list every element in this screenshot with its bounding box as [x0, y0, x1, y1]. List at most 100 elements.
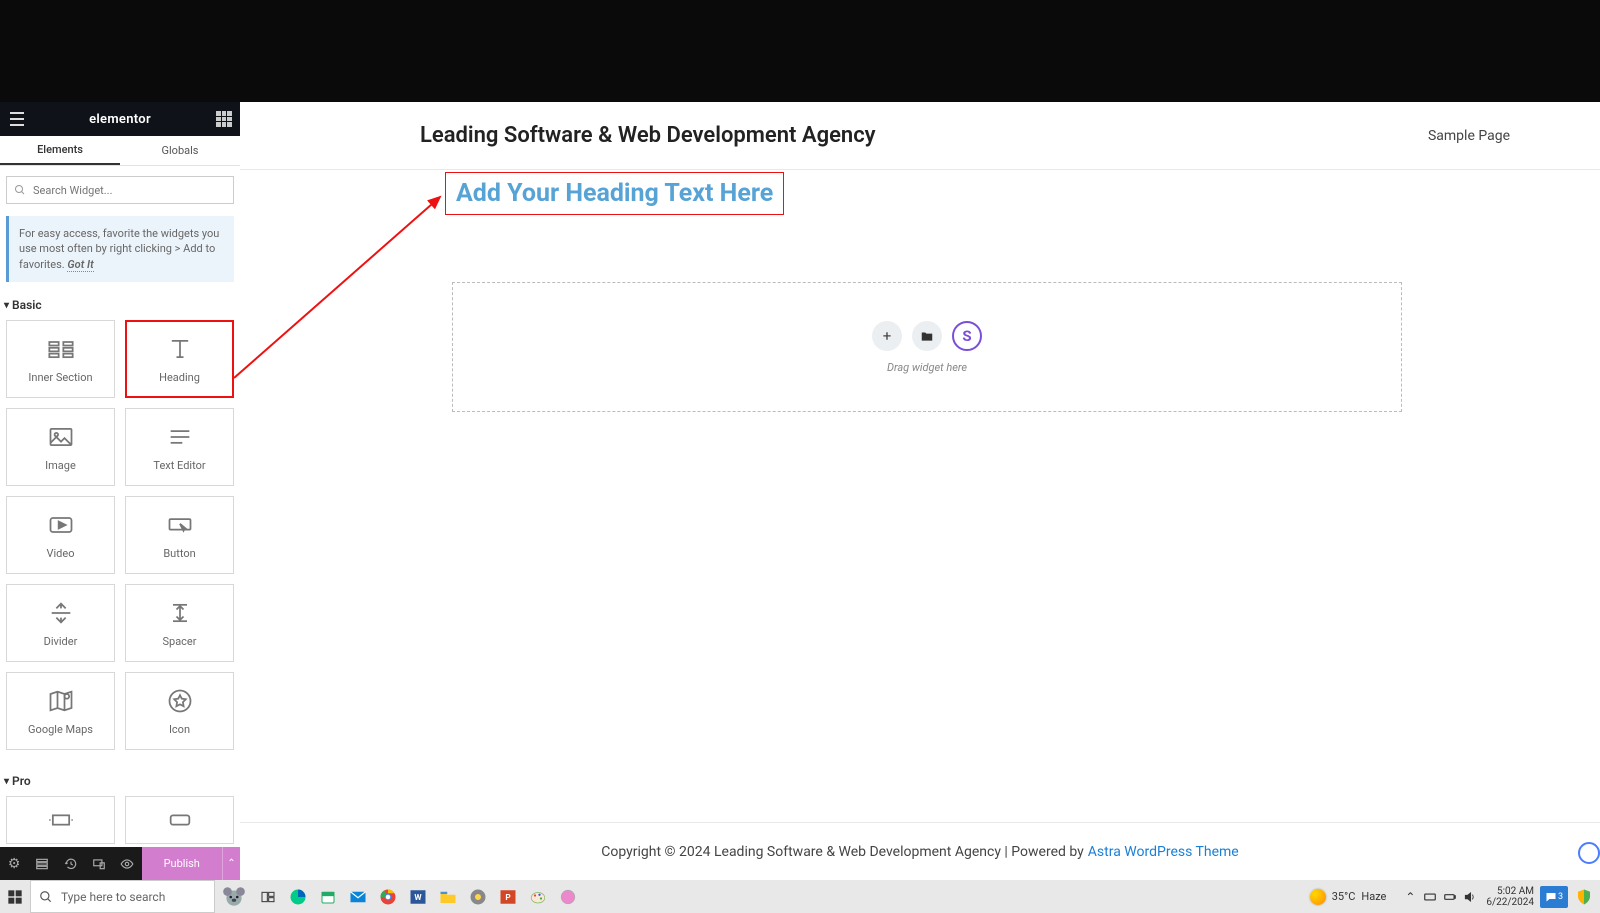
widget-google-maps[interactable]: Google Maps — [6, 672, 115, 750]
publish-caret[interactable]: ⌃ — [222, 847, 240, 880]
browser-top-bar — [0, 0, 1600, 102]
taskbar-clock[interactable]: 5:02 AM 6/22/2024 — [1486, 886, 1534, 908]
template-button[interactable] — [912, 321, 942, 351]
widget-label: Video — [47, 547, 75, 560]
app-icon[interactable] — [553, 880, 583, 913]
settings-icon[interactable]: ⚙ — [6, 854, 22, 874]
explorer-icon[interactable] — [433, 880, 463, 913]
folder-icon — [920, 329, 934, 343]
button-icon — [166, 511, 194, 539]
sidebar-title: elementor — [89, 112, 151, 127]
widget-text-editor[interactable]: Text Editor — [125, 408, 234, 486]
sidebar-header: elementor — [0, 102, 240, 136]
drop-area-wrap: + S Drag widget here — [452, 282, 1402, 412]
taskbar-search[interactable]: Type here to search — [30, 880, 215, 913]
menu-icon[interactable] — [10, 112, 24, 126]
site-footer: Copyright © 2024 Leading Software & Web … — [240, 822, 1600, 880]
weather-cond: Haze — [1361, 890, 1386, 903]
widget-grid-pro — [0, 796, 240, 844]
widget-divider[interactable]: Divider — [6, 584, 115, 662]
category-basic[interactable]: Basic — [0, 294, 240, 320]
columns-icon — [47, 335, 75, 363]
paint-icon[interactable] — [523, 880, 553, 913]
sidebar-footer: ⚙ Publish ⌃ — [0, 847, 240, 880]
widget-pro-1[interactable] — [6, 796, 115, 844]
tab-elements[interactable]: Elements — [0, 136, 120, 165]
widget-image[interactable]: Image — [6, 408, 115, 486]
responsive-icon[interactable] — [91, 854, 107, 874]
calendar-icon[interactable] — [313, 880, 343, 913]
notify-count: 3 — [1558, 892, 1563, 902]
edge-icon[interactable] — [283, 880, 313, 913]
widget-inner-section[interactable]: Inner Section — [6, 320, 115, 398]
widget-video[interactable]: Video — [6, 496, 115, 574]
footer-link[interactable]: Astra WordPress Theme — [1088, 844, 1239, 860]
tray-keyboard-icon[interactable] — [1420, 880, 1440, 913]
widget-label: Heading — [159, 371, 200, 384]
navigator-icon[interactable] — [34, 854, 50, 874]
spacer-icon — [166, 599, 194, 627]
powerpoint-icon[interactable]: P — [493, 880, 523, 913]
tray-volume-icon[interactable] — [1460, 880, 1480, 913]
word-icon[interactable]: W — [403, 880, 433, 913]
widget-heading[interactable]: Heading — [125, 320, 234, 398]
widget-label: Icon — [169, 723, 190, 736]
nav-sample-page[interactable]: Sample Page — [1428, 128, 1510, 144]
heading-widget-instance[interactable]: Add Your Heading Text Here — [445, 172, 784, 215]
grid-icon[interactable] — [216, 111, 232, 127]
chrome-icon[interactable] — [373, 880, 403, 913]
widget-label: Google Maps — [28, 723, 93, 736]
map-icon — [47, 687, 75, 715]
widget-label: Divider — [44, 635, 78, 648]
weather-temp: 35°C — [1332, 890, 1356, 903]
taskbar-mascot[interactable] — [215, 880, 253, 913]
site-title: Leading Software & Web Development Agenc… — [420, 123, 1428, 148]
heading-widget-text: Add Your Heading Text Here — [456, 179, 773, 208]
text-icon — [166, 423, 194, 451]
tab-globals[interactable]: Globals — [120, 136, 240, 165]
elementor-sidebar: elementor Elements Globals For easy acce… — [0, 102, 240, 847]
tip-gotit[interactable]: Got It — [67, 258, 93, 272]
help-bubble[interactable] — [1578, 842, 1600, 864]
divider-icon — [47, 599, 75, 627]
tip-text: For easy access, favorite the widgets yo… — [19, 227, 219, 271]
drop-area[interactable]: + S Drag widget here — [452, 282, 1402, 412]
search-wrap — [0, 166, 240, 210]
preview-icon[interactable] — [119, 854, 135, 874]
posts-icon — [47, 806, 75, 834]
widget-pro-2[interactable] — [125, 796, 234, 844]
windows-taskbar: Type here to search W P 35°C Haze — [0, 880, 1600, 913]
widget-label: Spacer — [162, 635, 196, 648]
chrome-canary-icon[interactable] — [463, 880, 493, 913]
start-button[interactable] — [0, 880, 30, 913]
site-header: Leading Software & Web Development Agenc… — [240, 102, 1600, 170]
weather-widget[interactable]: 35°C Haze — [1310, 889, 1387, 905]
tray-battery-icon[interactable] — [1440, 880, 1460, 913]
video-icon — [47, 511, 75, 539]
widget-label: Inner Section — [28, 371, 92, 384]
task-view-icon[interactable] — [253, 880, 283, 913]
sidebar-tabs: Elements Globals — [0, 136, 240, 166]
security-icon[interactable] — [1572, 885, 1596, 909]
koala-icon — [221, 884, 247, 910]
mail-icon[interactable] — [343, 880, 373, 913]
history-icon[interactable] — [63, 854, 79, 874]
tray-chevron-icon[interactable]: ⌃ — [1400, 880, 1420, 913]
widget-spacer[interactable]: Spacer — [125, 584, 234, 662]
starter-button[interactable]: S — [952, 321, 982, 351]
search-icon — [14, 184, 26, 196]
chat-icon — [1545, 891, 1557, 903]
widget-label: Text Editor — [153, 459, 205, 472]
category-pro[interactable]: Pro — [0, 770, 240, 796]
search-input[interactable] — [6, 176, 234, 204]
add-section-button[interactable]: + — [872, 321, 902, 351]
widget-button[interactable]: Button — [125, 496, 234, 574]
date: 6/22/2024 — [1486, 897, 1534, 908]
search-icon — [39, 890, 53, 904]
notifications-button[interactable]: 3 — [1540, 886, 1568, 908]
widget-icon[interactable]: Icon — [125, 672, 234, 750]
publish-button[interactable]: Publish — [142, 847, 222, 880]
widget-label: Image — [45, 459, 76, 472]
star-icon — [166, 687, 194, 715]
drop-buttons: + S — [872, 321, 982, 351]
